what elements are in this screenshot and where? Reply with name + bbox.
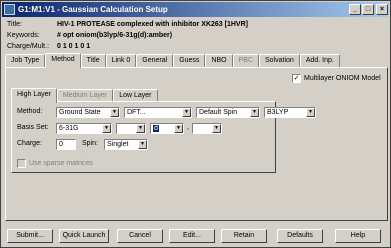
window-title: G1:M1:V1 - Gaussian Calculation Setup — [18, 5, 168, 14]
tab-general[interactable]: General — [136, 54, 174, 68]
charge-label: Charge: — [17, 140, 42, 147]
tab-guess[interactable]: Guess — [173, 54, 206, 68]
tab-job-type[interactable]: Job Type — [5, 54, 46, 68]
charge-mult-label: Charge/Mult.: — [7, 43, 50, 50]
cancel-button[interactable]: Cancel — [117, 229, 163, 243]
method-panel: ✓ Multilayer ONIOM Model High Layer Medi… — [5, 67, 388, 221]
gaussian-setup-window: G1:M1:V1 - Gaussian Calculation Setup _ … — [0, 0, 391, 248]
polarization2-select[interactable]: ▼ — [192, 123, 222, 134]
spin-mode-value: Default Spin — [199, 109, 238, 116]
method-type-select[interactable]: DFT... ▼ — [124, 107, 192, 118]
chevron-down-icon: ▼ — [102, 124, 111, 133]
functional-value: B3LYP — [267, 109, 289, 116]
maximize-button[interactable]: □ — [362, 4, 374, 15]
state-select-value: Ground State — [59, 109, 101, 116]
tab-title[interactable]: Title — [80, 54, 106, 68]
multilayer-label: Multilayer ONIOM Model — [304, 75, 381, 82]
spin-select[interactable]: Singlet ▼ — [104, 139, 148, 150]
method-type-value: DFT... — [127, 109, 146, 116]
sparse-matrices-label: Use sparse matrices — [29, 160, 93, 167]
tab-link0[interactable]: Link 0 — [105, 54, 137, 68]
functional-select[interactable]: B3LYP ▼ — [264, 107, 316, 118]
tab-solvation[interactable]: Solvation — [259, 54, 300, 68]
quick-launch-button[interactable]: Quick Launch — [59, 229, 109, 243]
defaults-button[interactable]: Defaults — [277, 229, 323, 243]
edit-button[interactable]: Edit... — [169, 229, 215, 243]
chevron-down-icon: ▼ — [110, 108, 119, 117]
charge-mult-value[interactable]: 0 1 0 1 0 1 — [57, 43, 90, 50]
title-bar[interactable]: G1:M1:V1 - Gaussian Calculation Setup _ … — [2, 2, 389, 17]
chevron-down-icon: ▼ — [174, 124, 183, 133]
chevron-down-icon: ▼ — [212, 124, 221, 133]
keywords-label: Keywords: — [7, 32, 40, 39]
multilayer-checkbox[interactable]: ✓ — [292, 74, 301, 83]
sparse-matrices-checkbox[interactable] — [17, 159, 26, 168]
title-value[interactable]: HIV-1 PROTEASE complexed with inhibitor … — [57, 21, 248, 28]
minimize-button[interactable]: _ — [349, 4, 361, 15]
chevron-down-icon: ▼ — [250, 108, 259, 117]
polarization-select[interactable]: d ▼ — [150, 123, 184, 134]
spin-value: Singlet — [107, 141, 129, 148]
help-button[interactable]: Help — [335, 229, 381, 243]
diffuse-select[interactable]: ▼ — [116, 123, 146, 134]
title-label: Title: — [7, 21, 22, 28]
charge-input[interactable]: 0 — [56, 139, 76, 150]
basis-separator: , — [187, 124, 189, 131]
polarization-value: d — [153, 125, 159, 132]
state-select[interactable]: Ground State ▼ — [56, 107, 120, 118]
spin-label: Spin: — [82, 140, 98, 147]
tab-nbo[interactable]: NBO — [205, 54, 233, 68]
high-layer-panel: Method: Ground State ▼ DFT... ▼ Default … — [11, 101, 316, 173]
chevron-down-icon: ▼ — [136, 124, 145, 133]
method-label: Method: — [17, 108, 43, 115]
tab-add-inp[interactable]: Add. Inp. — [299, 54, 340, 68]
tab-method[interactable]: Method — [45, 53, 81, 68]
spin-mode-select[interactable]: Default Spin ▼ — [196, 107, 260, 118]
close-button[interactable]: × — [376, 4, 388, 15]
chevron-down-icon: ▼ — [138, 140, 147, 149]
basis-label: Basis Set: — [17, 124, 49, 131]
main-tabs: Job Type Method Title Link 0 General Gue… — [5, 53, 340, 68]
basis-set-select[interactable]: 6-31G ▼ — [56, 123, 112, 134]
chevron-down-icon: ▼ — [182, 108, 191, 117]
retain-button[interactable]: Retain — [221, 229, 267, 243]
layer-tabs: High Layer Medium Layer Low Layer — [11, 88, 158, 103]
submit-button[interactable]: Submit... — [7, 229, 53, 243]
basis-set-value: 6-31G — [59, 125, 79, 132]
tab-high-layer[interactable]: High Layer — [11, 88, 57, 103]
chevron-down-icon: ▼ — [306, 108, 315, 117]
gaussian-app-icon — [4, 4, 15, 15]
keywords-value[interactable]: # opt oniom(b3lyp/6-31g(d):amber) — [57, 32, 172, 39]
tab-pbc: PBC — [232, 54, 260, 68]
